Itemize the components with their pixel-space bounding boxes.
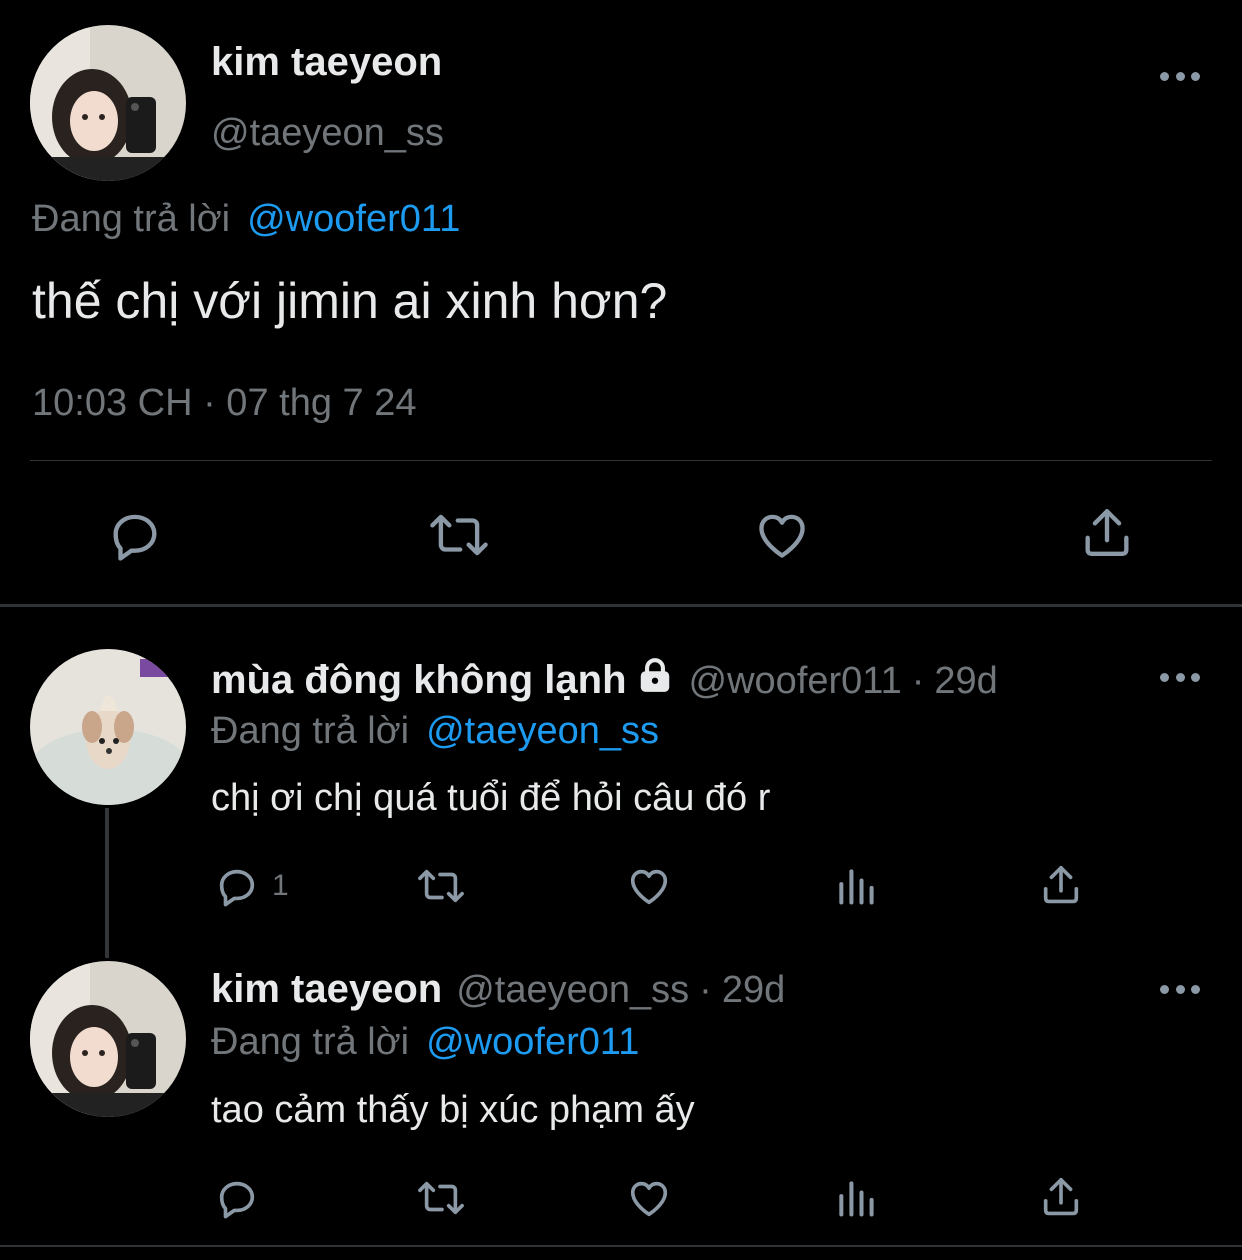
like-button[interactable]	[752, 506, 812, 564]
reply-text: tao cảm thấy bị xúc phạm ấy	[211, 1089, 695, 1131]
avatar[interactable]	[30, 25, 186, 181]
more-icon	[1160, 672, 1169, 682]
tweet-timestamp[interactable]: 10:03 CH · 07 thg 7 24	[32, 382, 416, 425]
thread-line	[105, 808, 109, 958]
reply-text: chị ơi chị quá tuổi để hỏi câu đó r	[211, 777, 771, 819]
reply-button[interactable]	[106, 506, 164, 564]
like-icon	[759, 514, 805, 558]
author-handle[interactable]: @taeyeon_ss	[211, 112, 444, 155]
reply-icon	[219, 869, 255, 907]
avatar[interactable]	[30, 961, 186, 1117]
reply-header: kim taeyeon @taeyeon_ss · 29d	[211, 967, 785, 1012]
divider	[30, 460, 1212, 461]
like-icon	[630, 1181, 668, 1217]
reply-header: mùa đông không lạnh @woofer011 · 29d	[211, 655, 998, 703]
share-button[interactable]	[1078, 504, 1136, 562]
share-icon	[1043, 865, 1079, 904]
reply-icon	[113, 514, 157, 561]
share-icon	[1085, 509, 1129, 556]
replying-to-link[interactable]: @woofer011	[426, 1021, 639, 1064]
reply-button[interactable]	[214, 1175, 260, 1221]
share-icon	[1043, 1177, 1079, 1216]
avatar[interactable]	[30, 649, 186, 805]
more-options-button[interactable]	[1160, 671, 1200, 683]
reply-count: 1	[272, 869, 289, 902]
reply-age[interactable]: 29d	[934, 660, 997, 703]
lock-icon	[635, 657, 675, 705]
replying-prefix: Đang trả lời	[32, 198, 231, 240]
replying-to-line: Đang trả lời @woofer011	[32, 198, 460, 241]
share-button[interactable]	[1038, 861, 1084, 909]
views-button[interactable]	[834, 863, 878, 909]
replying-to-link[interactable]: @taeyeon_ss	[426, 710, 659, 753]
views-button[interactable]	[834, 1175, 878, 1221]
more-icon	[1160, 984, 1169, 994]
views-icon	[839, 1181, 874, 1217]
like-button[interactable]	[625, 863, 673, 909]
more-icon	[1160, 71, 1169, 81]
separator: ·	[911, 660, 925, 702]
replying-to-link[interactable]: @woofer011	[247, 198, 460, 241]
replying-to-line: Đang trả lời @taeyeon_ss	[211, 710, 659, 753]
author-handle[interactable]: @taeyeon_ss	[456, 969, 689, 1012]
share-button[interactable]	[1038, 1173, 1084, 1221]
retweet-button[interactable]	[426, 506, 492, 564]
views-icon	[839, 869, 874, 905]
replying-prefix: Đang trả lời	[211, 1021, 410, 1063]
author-name[interactable]: kim taeyeon	[211, 967, 442, 1012]
section-divider	[0, 604, 1242, 607]
more-options-button[interactable]	[1160, 70, 1200, 82]
retweet-icon	[418, 1181, 464, 1215]
reply-icon	[219, 1181, 255, 1219]
retweet-icon	[418, 869, 464, 903]
like-icon	[630, 869, 668, 905]
retweet-icon	[430, 514, 488, 556]
like-button[interactable]	[625, 1175, 673, 1221]
reply-age[interactable]: 29d	[722, 969, 785, 1012]
more-options-button[interactable]	[1160, 983, 1200, 995]
retweet-button[interactable]	[414, 1175, 468, 1221]
separator: ·	[699, 969, 712, 1011]
author-name[interactable]: mùa đông không lạnh	[211, 658, 627, 703]
author-handle[interactable]: @woofer011	[689, 660, 902, 703]
author-name[interactable]: kim taeyeon	[211, 40, 442, 85]
tweet-text: thế chị với jimin ai xinh hơn?	[32, 273, 668, 329]
divider	[0, 1245, 1242, 1247]
retweet-button[interactable]	[414, 863, 468, 909]
replying-to-line: Đang trả lời @woofer011	[211, 1021, 639, 1064]
replying-prefix: Đang trả lời	[211, 710, 410, 752]
reply-button[interactable]: 1	[214, 863, 289, 909]
